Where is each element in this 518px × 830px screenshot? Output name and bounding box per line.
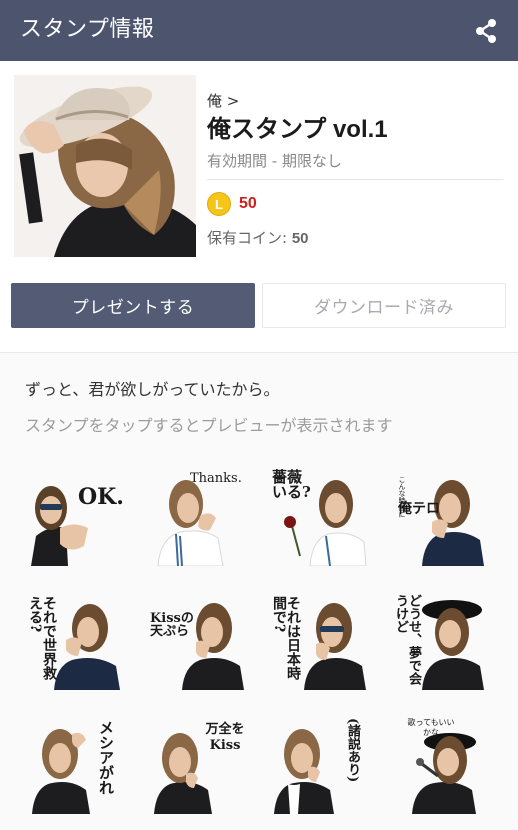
chevron-right-icon: > bbox=[226, 92, 240, 110]
validity-period: 有効期間 - 期限なし bbox=[207, 152, 342, 170]
sticker-caption: メシアがれ bbox=[97, 720, 115, 795]
sticker-item[interactable]: 薔薇いる? bbox=[270, 466, 370, 566]
coin-balance-label: 保有コイン: bbox=[207, 229, 292, 247]
sticker-caption: それで世界救える? bbox=[27, 596, 57, 680]
sticker-item[interactable]: 万全をKiss bbox=[148, 714, 248, 814]
sticker-caption: 歌ってもいいかな bbox=[407, 718, 455, 738]
sticker-caption: (諸説あり) bbox=[345, 718, 360, 783]
sticker-main-image bbox=[14, 75, 196, 257]
sticker-grid: OK. Thanks. 薔薇いる? こんな時間に 俺テロ それで世界救える? K… bbox=[26, 466, 496, 826]
sticker-caption: Thanks. bbox=[190, 471, 242, 486]
line-coin-icon: L bbox=[207, 192, 231, 216]
sticker-details: 俺 > 俺スタンプ vol.1 有効期間 - 期限なし L 50 保有コイン: … bbox=[207, 91, 503, 249]
present-button[interactable]: プレゼントする bbox=[11, 283, 255, 328]
downloaded-button[interactable]: ダウンロード済み bbox=[262, 283, 506, 328]
price-row: L 50 bbox=[207, 190, 503, 218]
sticker-caption: OK. bbox=[78, 484, 124, 510]
preview-hint: スタンプをタップするとプレビューが表示されます bbox=[25, 416, 393, 435]
sticker-item[interactable]: OK. bbox=[26, 466, 126, 566]
sticker-title: 俺スタンプ vol.1 bbox=[207, 116, 388, 143]
app-bar: スタンプ情報 bbox=[0, 0, 518, 61]
sticker-item[interactable]: Thanks. bbox=[148, 466, 248, 566]
page-title: スタンプ情報 bbox=[20, 17, 155, 42]
sticker-item[interactable]: どうせ、夢で会うけど bbox=[392, 590, 492, 690]
sticker-item[interactable]: それで世界救える? bbox=[26, 590, 126, 690]
sticker-description: ずっと、君が欲しがっていたから。 bbox=[25, 380, 280, 399]
sticker-item[interactable]: 歌ってもいいかな bbox=[392, 714, 492, 814]
sticker-caption: 薔薇いる? bbox=[272, 468, 311, 501]
coin-balance: 保有コイン: 50 bbox=[207, 228, 503, 249]
sticker-caption: 万全をKiss bbox=[205, 722, 245, 753]
sticker-info-section: 俺 > 俺スタンプ vol.1 有効期間 - 期限なし L 50 保有コイン: … bbox=[0, 61, 518, 353]
sticker-caption: Kissの天ぷら bbox=[150, 611, 194, 639]
sticker-item[interactable]: それは日本時間で? bbox=[270, 590, 370, 690]
author-link[interactable]: 俺 > bbox=[207, 91, 503, 111]
sticker-caption: それは日本時間で? bbox=[271, 596, 301, 680]
sticker-caption: どうせ、夢で会うけど bbox=[393, 594, 421, 685]
sticker-caption: 俺テロ bbox=[398, 501, 440, 517]
sticker-item[interactable]: こんな時間に 俺テロ bbox=[392, 466, 492, 566]
sticker-item[interactable]: Kissの天ぷら bbox=[148, 590, 248, 690]
sticker-item[interactable]: メシアがれ bbox=[26, 714, 126, 814]
divider bbox=[207, 179, 503, 180]
coin-balance-value: 50 bbox=[291, 230, 309, 247]
description-section: ずっと、君が欲しがっていたから。 スタンプをタップするとプレビューが表示されます… bbox=[0, 353, 518, 830]
share-icon[interactable] bbox=[474, 18, 498, 44]
author-name: 俺 bbox=[207, 92, 223, 110]
sticker-item[interactable]: (諸説あり) bbox=[270, 714, 370, 814]
price-value: 50 bbox=[239, 195, 257, 212]
